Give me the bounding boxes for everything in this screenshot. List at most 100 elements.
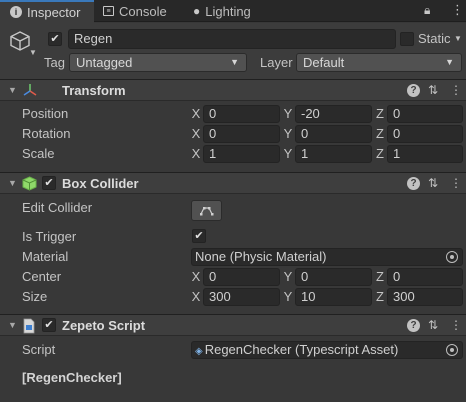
component-title: Transform	[62, 83, 126, 98]
size-x-field[interactable]: 300	[203, 288, 280, 306]
script-file-icon	[23, 318, 35, 334]
component-title: Box Collider	[62, 176, 139, 191]
lightbulb-icon: ●	[193, 4, 201, 18]
axis-x-label: X	[191, 289, 201, 304]
position-y-field[interactable]: -20	[295, 105, 372, 123]
axis-x-label: X	[191, 126, 201, 141]
center-label: Center	[22, 269, 62, 284]
box-collider-enabled-checkbox[interactable]: ✔	[42, 176, 56, 190]
kebab-menu-icon[interactable]: ⋮	[450, 176, 462, 190]
scale-y-field[interactable]: 1	[295, 145, 372, 163]
center-x-field[interactable]: 0	[203, 268, 280, 286]
tag-label: Tag	[44, 55, 65, 70]
material-value: None (Physic Material)	[195, 249, 327, 264]
foldout-arrow-icon[interactable]: ▼	[8, 85, 17, 95]
preset-sliders-icon[interactable]: ⇅	[428, 83, 438, 97]
tab-console[interactable]: ≡ Console	[103, 0, 167, 22]
foldout-arrow-icon[interactable]: ▼	[8, 320, 17, 330]
chevron-down-icon[interactable]: ▼	[29, 48, 37, 57]
scale-z-field[interactable]: 1	[387, 145, 463, 163]
center-z-field[interactable]: 0	[387, 268, 463, 286]
layer-value: Default	[303, 55, 345, 70]
object-header: ▼ ✔ Regen Static ▼ Tag Untagged ▼ Layer …	[0, 23, 466, 79]
rotation-label: Rotation	[22, 126, 71, 141]
lock-icon[interactable]: 🔒︎	[424, 4, 430, 16]
console-icon: ≡	[103, 6, 114, 16]
axis-y-label: Y	[283, 106, 293, 121]
object-name-input[interactable]: Regen	[68, 29, 396, 49]
is-trigger-checkbox[interactable]: ✔	[192, 229, 206, 243]
script-label: Script	[22, 342, 56, 357]
script-object-field[interactable]: ◈ RegenChecker (Typescript Asset)	[191, 341, 463, 359]
object-picker-icon[interactable]	[446, 251, 458, 263]
kebab-menu-icon[interactable]: ⋮	[451, 3, 464, 16]
center-y-field[interactable]: 0	[295, 268, 372, 286]
tag-value: Untagged	[76, 55, 133, 70]
tab-label: Lighting	[205, 3, 251, 19]
scale-label: Scale	[22, 146, 55, 161]
preset-sliders-icon[interactable]: ⇅	[428, 318, 438, 332]
axis-z-label: Z	[376, 289, 384, 304]
axis-y-label: Y	[283, 269, 293, 284]
axis-y-label: Y	[283, 146, 293, 161]
tab-lighting[interactable]: ● Lighting	[193, 0, 251, 22]
chevron-down-icon[interactable]: ▼	[454, 34, 462, 43]
axis-x-label: X	[191, 106, 201, 121]
static-label: Static	[418, 31, 451, 46]
transform-axes-icon	[23, 84, 37, 96]
script-class-label: [RegenChecker]	[22, 370, 122, 385]
position-x-field[interactable]: 0	[203, 105, 280, 123]
box-collider-icon	[22, 176, 37, 191]
script-value: RegenChecker (Typescript Asset)	[204, 342, 399, 357]
material-object-field[interactable]: None (Physic Material)	[191, 248, 463, 266]
axis-y-label: Y	[283, 126, 293, 141]
rotation-z-field[interactable]: 0	[387, 125, 463, 143]
size-z-field[interactable]: 300	[387, 288, 463, 306]
chevron-down-icon: ▼	[230, 57, 239, 67]
transform-header[interactable]: ▼ Transform ? ⇅ ⋮	[0, 79, 466, 101]
axis-x-label: X	[191, 146, 201, 161]
axis-z-label: Z	[376, 269, 384, 284]
position-z-field[interactable]: 0	[387, 105, 463, 123]
active-checkbox[interactable]: ✔	[48, 32, 62, 46]
scale-x-field[interactable]: 1	[203, 145, 280, 163]
tab-bar: i Inspector ≡ Console ● Lighting 🔒︎ ⋮	[0, 0, 466, 23]
axis-y-label: Y	[283, 289, 293, 304]
axis-z-label: Z	[376, 146, 384, 161]
tab-label: Console	[119, 3, 167, 19]
is-trigger-label: Is Trigger	[22, 229, 77, 244]
help-icon[interactable]: ?	[407, 319, 420, 332]
tab-inspector[interactable]: i Inspector	[0, 0, 94, 23]
axis-z-label: Z	[376, 106, 384, 121]
kebab-menu-icon[interactable]: ⋮	[450, 318, 462, 332]
help-icon[interactable]: ?	[407, 84, 420, 97]
kebab-menu-icon[interactable]: ⋮	[450, 83, 462, 97]
zepeto-script-enabled-checkbox[interactable]: ✔	[42, 318, 56, 332]
gameobject-cube-icon	[10, 31, 30, 51]
axis-x-label: X	[191, 269, 201, 284]
tab-label: Inspector	[27, 4, 81, 20]
rotation-y-field[interactable]: 0	[295, 125, 372, 143]
axis-z-label: Z	[376, 126, 384, 141]
position-label: Position	[22, 106, 69, 121]
static-checkbox[interactable]	[400, 32, 414, 46]
tag-dropdown[interactable]: Untagged ▼	[69, 53, 247, 72]
size-label: Size	[22, 289, 48, 304]
component-title: Zepeto Script	[62, 318, 146, 333]
foldout-arrow-icon[interactable]: ▼	[8, 178, 17, 188]
layer-label: Layer	[260, 55, 293, 70]
chevron-down-icon: ▼	[445, 57, 454, 67]
help-icon[interactable]: ?	[407, 177, 420, 190]
layer-dropdown[interactable]: Default ▼	[296, 53, 462, 72]
typescript-asset-icon: ◈	[195, 346, 203, 357]
rotation-x-field[interactable]: 0	[203, 125, 280, 143]
size-y-field[interactable]: 10	[295, 288, 372, 306]
preset-sliders-icon[interactable]: ⇅	[428, 176, 438, 190]
object-picker-icon[interactable]	[446, 344, 458, 356]
edit-collider-button[interactable]	[191, 200, 222, 221]
info-icon: i	[10, 6, 22, 18]
material-label: Material	[22, 249, 69, 264]
zepeto-script-header[interactable]: ▼ ✔ Zepeto Script ? ⇅ ⋮	[0, 314, 466, 336]
box-collider-header[interactable]: ▼ ✔ Box Collider ? ⇅ ⋮	[0, 172, 466, 194]
edit-collider-label: Edit Collider	[22, 200, 93, 215]
